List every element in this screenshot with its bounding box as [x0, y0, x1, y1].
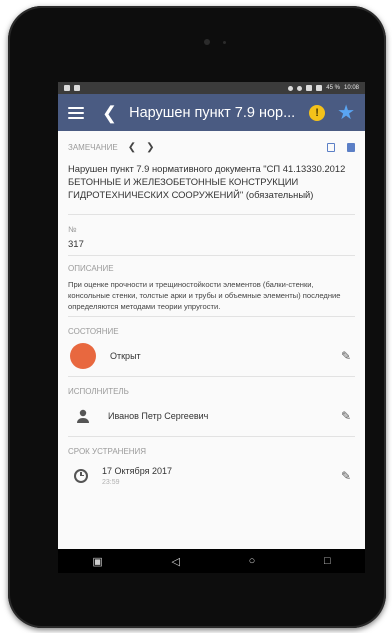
remark-label: ЗАМЕЧАНИЕ [68, 142, 118, 152]
recent-apps-icon[interactable]: ▣ [92, 555, 102, 568]
deadline-date: 17 Октября 2017 [102, 465, 173, 476]
warning-icon[interactable]: ! [309, 104, 326, 121]
content: ЗАМЕЧАНИЕ ❮ ❯ Нарушен пункт 7.9 норматив… [58, 137, 365, 496]
remark-section: ЗАМЕЧАНИЕ ❮ ❯ Нарушен пункт 7.9 норматив… [68, 137, 355, 215]
back-icon[interactable]: ◁ [171, 555, 179, 568]
overview-icon[interactable]: □ [324, 555, 331, 567]
battery-icon [316, 85, 323, 91]
clock-icon [74, 468, 88, 483]
wifi-icon [297, 85, 303, 91]
edit-deadline-icon[interactable]: ✎ [341, 469, 351, 483]
star-icon[interactable]: ★ [337, 103, 355, 123]
person-icon [72, 405, 94, 427]
description-label: ОПИСАНИЕ [68, 263, 114, 273]
state-section: СОСТОЯНИЕ Открыт ✎ [68, 317, 355, 377]
document-icon[interactable] [347, 142, 355, 152]
chevron-right-icon[interactable]: ❯ [146, 142, 154, 153]
chevron-left-icon[interactable]: ❮ [128, 142, 136, 153]
deadline-time: 23:59 [102, 478, 120, 486]
image-notification-icon [64, 85, 70, 91]
screen: 45 % 10:08 ❮ Нарушен пункт 7.9 нор... ! … [58, 82, 365, 573]
executor-section: ИСПОЛНИТЕЛЬ Иванов Петр Сергеевич ✎ [68, 377, 355, 437]
status-indicator [70, 342, 96, 369]
chevron-left-icon[interactable]: ❮ [102, 104, 117, 122]
executor-label: ИСПОЛНИТЕЛЬ [68, 386, 129, 396]
number-label: № [68, 224, 77, 234]
download-notification-icon [74, 85, 80, 91]
description-text: При оценке прочности и трещиностойкости … [68, 279, 341, 311]
map-icon[interactable] [327, 142, 335, 152]
state-label: СОСТОЯНИЕ [68, 326, 119, 336]
clock: 10:08 [343, 85, 359, 91]
sensor [223, 41, 226, 44]
sync-icon [288, 85, 294, 91]
page-title: Нарушен пункт 7.9 нор... [129, 104, 296, 121]
camera [204, 39, 210, 45]
remark-text: Нарушен пункт 7.9 нормативного документа… [68, 163, 346, 200]
battery-percent: 45 % [326, 85, 340, 91]
signal-icon [306, 85, 313, 91]
number-section: № 317 [68, 215, 355, 256]
app-bar: ❮ Нарушен пункт 7.9 нор... ! ★ [58, 94, 365, 131]
description-section: ОПИСАНИЕ При оценке прочности и трещинос… [68, 256, 355, 317]
system-nav-bar: ▣ ◁ ○ □ [58, 549, 365, 573]
edit-executor-icon[interactable]: ✎ [341, 409, 351, 423]
number-value: 317 [68, 238, 84, 250]
deadline-label: СРОК УСТРАНЕНИЯ [68, 446, 147, 456]
edit-state-icon[interactable]: ✎ [341, 349, 351, 363]
menu-icon[interactable] [68, 106, 84, 119]
state-value: Открыт [110, 350, 141, 361]
home-icon[interactable]: ○ [249, 555, 256, 567]
deadline-section: СРОК УСТРАНЕНИЯ 17 Октября 2017 23:59 ✎ [68, 437, 355, 496]
status-bar: 45 % 10:08 [58, 82, 365, 94]
tablet-frame: 45 % 10:08 ❮ Нарушен пункт 7.9 нор... ! … [8, 6, 386, 628]
executor-value: Иванов Петр Сергеевич [108, 410, 209, 421]
